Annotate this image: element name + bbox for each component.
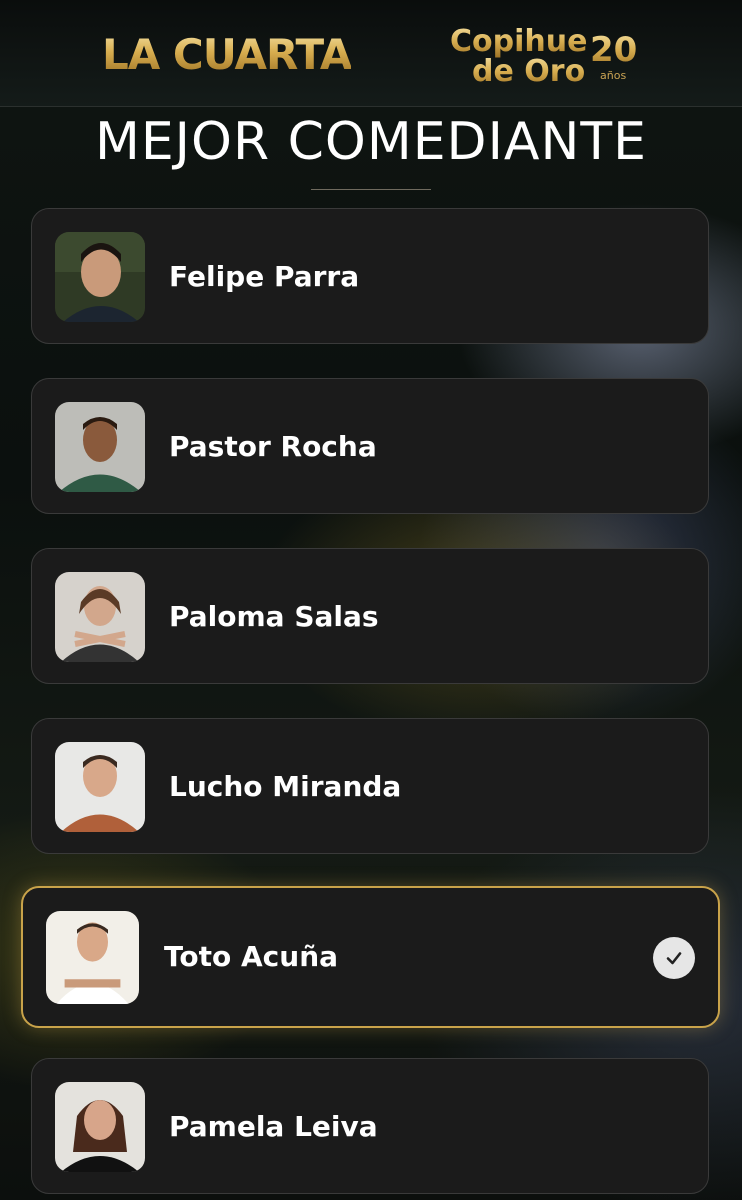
- nominee-card-toto-acuna[interactable]: Toto Acuña: [21, 886, 720, 1028]
- selected-checkmark-icon: [653, 937, 695, 979]
- logo-text-line2: de Oro: [472, 54, 586, 89]
- nominee-name: Paloma Salas: [169, 600, 379, 633]
- nominee-avatar: [55, 402, 145, 492]
- nominee-card-pastor-rocha[interactable]: Pastor Rocha: [31, 378, 709, 514]
- nominee-card-paloma-salas[interactable]: Paloma Salas: [31, 548, 709, 684]
- nominee-card-lucho-miranda[interactable]: Lucho Miranda: [31, 718, 709, 854]
- nominee-name: Lucho Miranda: [169, 770, 402, 803]
- copihue-de-oro-logo: Copihue de Oro 20 años: [450, 24, 650, 94]
- nominee-card-pamela-leiva[interactable]: Pamela Leiva: [31, 1058, 709, 1194]
- nominee-name: Pastor Rocha: [169, 430, 377, 463]
- la-cuarta-logo: LA CUARTA: [102, 30, 352, 79]
- nominee-avatar: [55, 572, 145, 662]
- nominee-avatar: [46, 911, 139, 1004]
- logo-anniversary-number: 20: [590, 30, 638, 70]
- logo-anniversary-label: años: [600, 69, 627, 82]
- nominee-avatar: [55, 1082, 145, 1172]
- app-header: LA CUARTA Copihue de Oro 20 años: [0, 0, 742, 107]
- nominee-avatar: [55, 232, 145, 322]
- nominee-name: Pamela Leiva: [169, 1110, 378, 1143]
- nominee-name: Toto Acuña: [164, 940, 339, 973]
- nominee-avatar: [55, 742, 145, 832]
- nominee-name: Felipe Parra: [169, 260, 360, 293]
- title-divider: [311, 189, 431, 190]
- category-title: MEJOR COMEDIANTE: [94, 112, 648, 172]
- nominee-card-felipe-parra[interactable]: Felipe Parra: [31, 208, 709, 344]
